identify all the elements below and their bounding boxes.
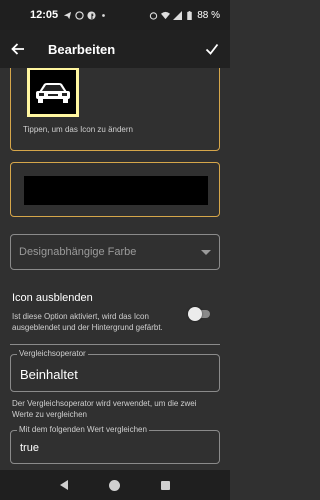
toggle-thumb — [188, 307, 202, 321]
hide-icon-title: Icon ausblenden — [12, 292, 93, 304]
whatsapp-icon — [75, 10, 84, 20]
status-bar: 12:05 88 % — [0, 0, 230, 30]
wifi-icon — [161, 11, 171, 19]
compare-value-field[interactable]: Mit dem folgenden Wert vergleichen true — [10, 425, 220, 464]
status-time: 12:05 — [30, 9, 59, 21]
alarm-icon — [150, 11, 158, 20]
icon-picker-card[interactable]: Tippen, um das Icon zu ändern — [10, 68, 220, 151]
app-bar: Bearbeiten — [0, 30, 230, 68]
color-dropdown[interactable]: Designabhängige Farbe — [10, 234, 220, 270]
telegram-icon — [64, 11, 72, 19]
hide-icon-description: Ist diese Option aktiviert, wird das Ico… — [12, 312, 163, 332]
preview-card — [10, 162, 220, 217]
color-dropdown-value: Designabhängige Farbe — [19, 246, 137, 258]
facebook-icon — [87, 10, 96, 20]
system-nav-bar — [0, 470, 230, 500]
signal-icon — [173, 10, 183, 20]
compare-value-label: Mit dem folgenden Wert vergleichen — [17, 425, 149, 434]
page-title: Bearbeiten — [48, 41, 116, 57]
comparison-operator-label: Vergleichsoperator — [17, 349, 88, 358]
notification-icons — [63, 10, 108, 20]
system-status: 88 % — [149, 10, 220, 21]
preview-bar — [24, 176, 208, 205]
battery-percent: 88 % — [197, 9, 220, 21]
check-icon — [205, 43, 219, 55]
icon-hint: Tippen, um das Icon zu ändern — [23, 125, 133, 134]
back-button[interactable] — [10, 41, 26, 57]
nav-back-icon[interactable] — [60, 480, 69, 490]
dropdown-arrow-icon — [201, 249, 211, 255]
arrow-left-icon — [11, 43, 24, 55]
compare-value-input[interactable]: true — [20, 442, 39, 454]
confirm-button[interactable] — [204, 41, 220, 57]
nav-recents-icon[interactable] — [160, 480, 170, 490]
nav-home-icon[interactable] — [108, 479, 120, 491]
content-area: Tippen, um das Icon zu ändern Designabhä… — [0, 68, 230, 470]
icon-preview[interactable] — [27, 68, 79, 117]
divider — [10, 344, 220, 345]
comparison-operator-help: Der Vergleichsoperator wird verwendet, u… — [12, 399, 197, 419]
comparison-operator-value: Beinhaltet — [20, 367, 78, 382]
car-icon — [36, 83, 70, 103]
battery-icon — [187, 10, 192, 20]
hide-icon-toggle[interactable] — [188, 307, 210, 321]
dot-icon — [102, 13, 105, 17]
comparison-operator-field[interactable]: Vergleichsoperator Beinhaltet — [10, 349, 220, 392]
